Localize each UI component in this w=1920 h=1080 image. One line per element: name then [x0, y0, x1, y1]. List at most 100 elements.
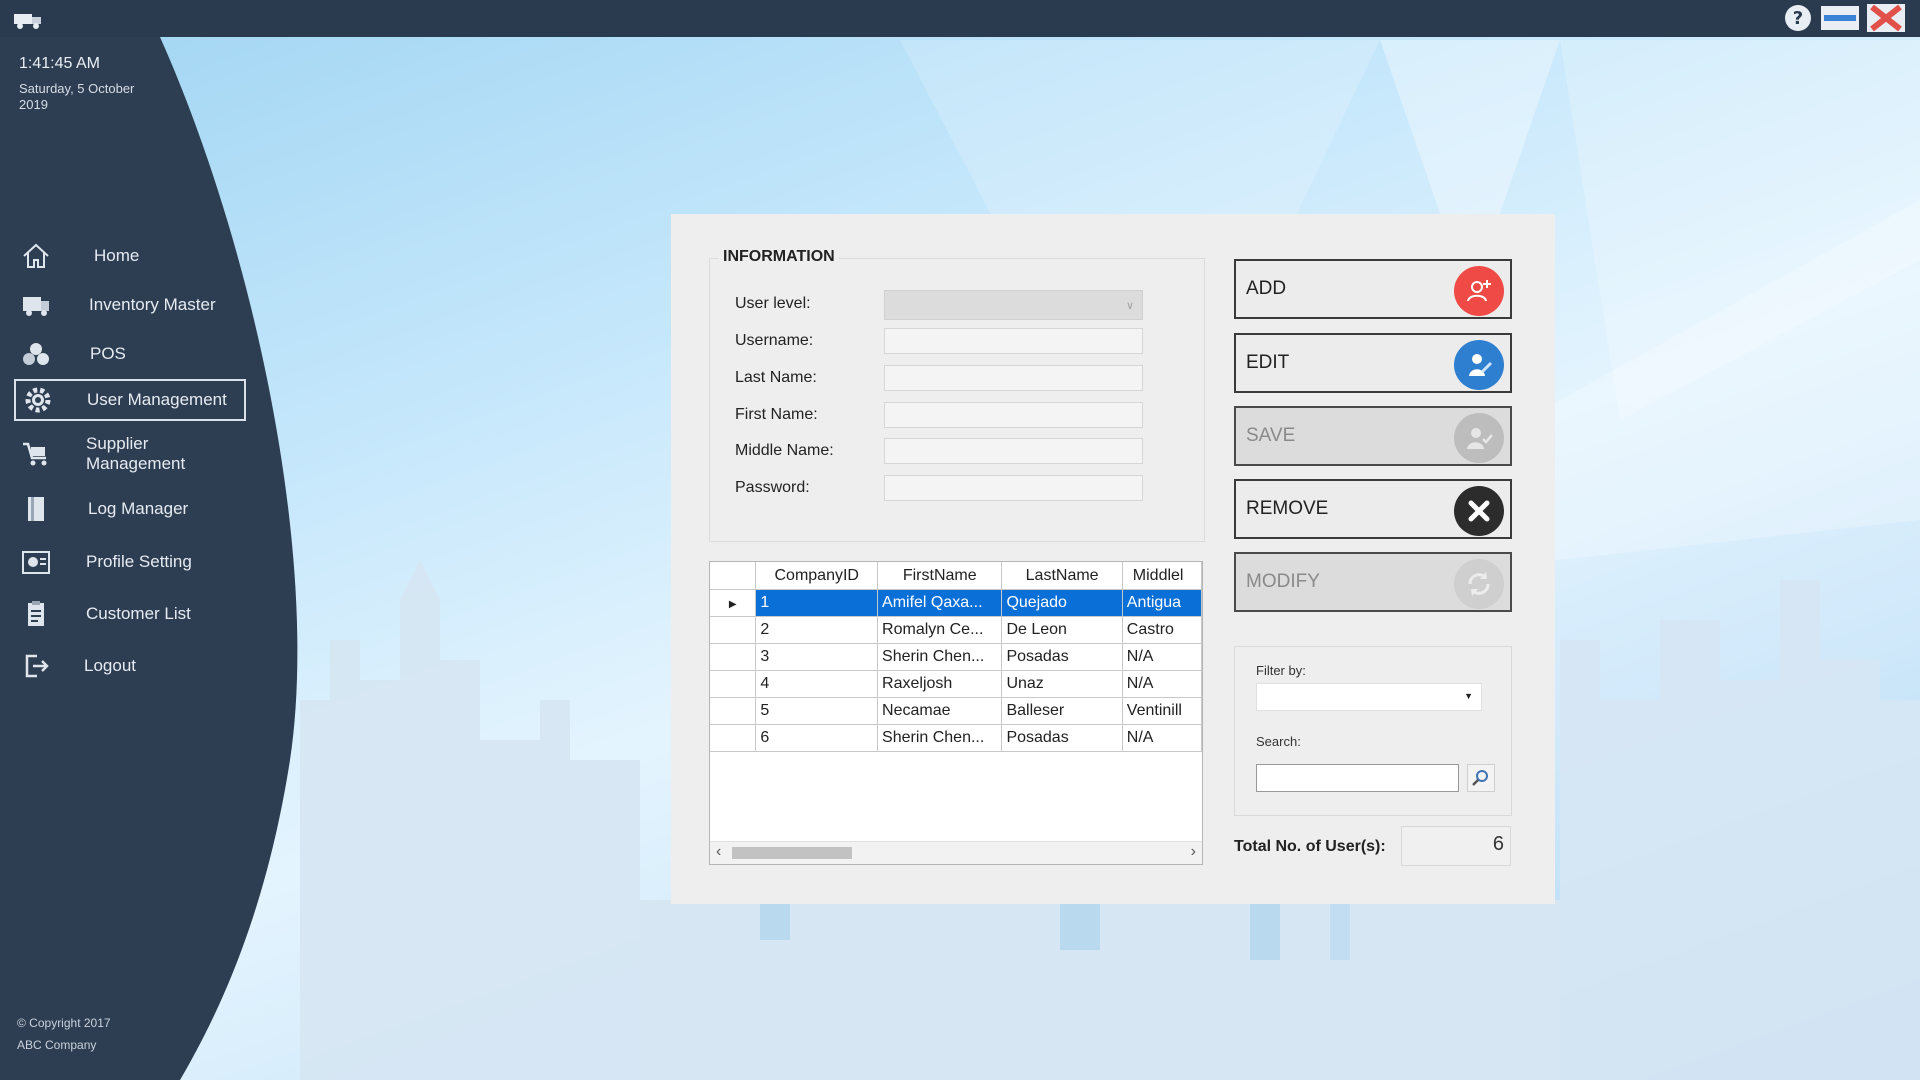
help-button[interactable]: ?: [1782, 1, 1814, 34]
first-name-label: First Name:: [735, 406, 818, 423]
cell-lastname[interactable]: Posadas: [1001, 724, 1123, 752]
cell-middlename[interactable]: Antigua: [1122, 589, 1202, 617]
cell-lastname[interactable]: Balleser: [1001, 697, 1123, 725]
username-field[interactable]: [884, 328, 1143, 354]
sidebar-item-user-management[interactable]: User Management: [14, 379, 246, 421]
cell-firstname[interactable]: Sherin Chen...: [877, 643, 1003, 671]
sidebar-item-label: Log Manager: [88, 499, 189, 518]
minimize-icon: [1821, 5, 1859, 30]
edit-button-label: EDIT: [1246, 352, 1290, 373]
cell-middlename[interactable]: N/A: [1122, 643, 1202, 671]
row-pointer-icon: ▶: [728, 599, 737, 610]
cell-companyid[interactable]: 5: [755, 697, 879, 725]
sidebar-item-customer-list[interactable]: Customer List: [14, 594, 246, 634]
remove-button[interactable]: REMOVE: [1234, 479, 1512, 539]
table-row[interactable]: 2 Romalyn Ce... De Leon Castro: [710, 616, 1202, 644]
truck-icon: [19, 290, 53, 320]
cell-firstname[interactable]: Amifel Qaxa...: [877, 589, 1003, 617]
user-level-label: User level:: [735, 295, 811, 312]
cell-middlename[interactable]: N/A: [1122, 724, 1202, 752]
scrollbar-thumb[interactable]: [732, 847, 852, 859]
scroll-right-icon[interactable]: ›: [1191, 843, 1196, 861]
column-header-firstname[interactable]: FirstName: [877, 562, 1003, 590]
add-button-label: ADD: [1246, 278, 1287, 299]
cell-firstname[interactable]: Necamae: [877, 697, 1003, 725]
sidebar-item-pos[interactable]: POS: [14, 334, 246, 374]
modify-button[interactable]: MODIFY: [1234, 552, 1512, 612]
row-selector[interactable]: [710, 670, 757, 698]
cell-lastname[interactable]: Quejado: [1001, 589, 1123, 617]
close-button[interactable]: [1866, 1, 1906, 34]
table-header-row: CompanyID FirstName LastName Middlel: [710, 562, 1202, 590]
save-button-label: SAVE: [1246, 425, 1296, 446]
row-selector[interactable]: [710, 724, 757, 752]
cell-middlename[interactable]: Ventinill: [1122, 697, 1202, 725]
cell-lastname[interactable]: Unaz: [1001, 670, 1123, 698]
user-level-select[interactable]: ∨: [884, 290, 1143, 320]
cell-firstname[interactable]: Sherin Chen...: [877, 724, 1003, 752]
sidebar-item-label: Logout: [84, 656, 136, 675]
add-user-icon: [1454, 266, 1504, 316]
table-row[interactable]: 5 Necamae Balleser Ventinill: [710, 697, 1202, 725]
column-header-middlename[interactable]: Middlel: [1122, 562, 1202, 590]
add-button[interactable]: ADD: [1234, 259, 1512, 319]
horizontal-scrollbar[interactable]: ‹ ›: [710, 841, 1202, 864]
refresh-icon: [1454, 559, 1504, 609]
book-icon: [19, 494, 53, 524]
cell-companyid[interactable]: 2: [755, 616, 879, 644]
cell-companyid[interactable]: 3: [755, 643, 879, 671]
cell-lastname[interactable]: Posadas: [1001, 643, 1123, 671]
cell-firstname[interactable]: Raxeljosh: [877, 670, 1003, 698]
information-title: INFORMATION: [719, 248, 839, 266]
cell-companyid[interactable]: 6: [755, 724, 879, 752]
modify-button-label: MODIFY: [1246, 571, 1320, 592]
save-button[interactable]: SAVE: [1234, 406, 1512, 466]
cell-companyid[interactable]: 1: [755, 589, 879, 617]
table-row[interactable]: 6 Sherin Chen... Posadas N/A: [710, 724, 1202, 752]
cell-middlename[interactable]: Castro: [1122, 616, 1202, 644]
sidebar-item-log-manager[interactable]: Log Manager: [14, 489, 246, 529]
users-grid[interactable]: CompanyID FirstName LastName Middlel ▶ 1…: [709, 561, 1203, 865]
row-selector[interactable]: [710, 697, 757, 725]
last-name-field[interactable]: [884, 365, 1143, 391]
truck-logo-icon: [14, 14, 41, 29]
table-row[interactable]: ▶ 1 Amifel Qaxa... Quejado Antigua: [710, 589, 1202, 617]
copyright-line: © Copyright 2017: [17, 1016, 111, 1030]
sidebar-item-label: User Management: [87, 390, 227, 409]
filter-by-label: Filter by:: [1256, 663, 1306, 678]
total-users-label: Total No. of User(s):: [1234, 838, 1386, 855]
table-row[interactable]: 4 Raxeljosh Unaz N/A: [710, 670, 1202, 698]
cell-firstname[interactable]: Romalyn Ce...: [877, 616, 1003, 644]
search-input[interactable]: [1256, 764, 1459, 792]
sidebar-item-label: Profile Setting: [86, 552, 192, 571]
middle-name-label: Middle Name:: [735, 442, 834, 459]
gear-icon: [21, 385, 55, 415]
user-management-panel: INFORMATION User level: ∨ Username: Last…: [671, 214, 1555, 904]
edit-button[interactable]: EDIT: [1234, 333, 1512, 393]
clock-date: Saturday, 5 October 2019: [19, 81, 135, 112]
filter-by-select[interactable]: ▼: [1256, 683, 1482, 711]
cart-icon: [19, 439, 53, 469]
table-row[interactable]: 3 Sherin Chen... Posadas N/A: [710, 643, 1202, 671]
sidebar-item-inventory-master[interactable]: Inventory Master: [14, 285, 246, 325]
minimize-button[interactable]: [1820, 1, 1860, 34]
sidebar-item-home[interactable]: Home: [14, 236, 246, 276]
sidebar-item-logout[interactable]: Logout: [14, 646, 246, 686]
sidebar-item-supplier-management[interactable]: Supplier Management: [14, 434, 246, 474]
scroll-left-icon[interactable]: ‹: [716, 843, 721, 861]
row-selector[interactable]: ▶: [710, 589, 757, 617]
middle-name-field[interactable]: [884, 438, 1143, 464]
password-field[interactable]: [884, 475, 1143, 501]
sidebar-item-profile-setting[interactable]: Profile Setting: [14, 542, 246, 582]
row-selector[interactable]: [710, 616, 757, 644]
cell-middlename[interactable]: N/A: [1122, 670, 1202, 698]
row-selector[interactable]: [710, 643, 757, 671]
cell-companyid[interactable]: 4: [755, 670, 879, 698]
column-header-companyid[interactable]: CompanyID: [755, 562, 879, 590]
title-bar: ?: [0, 0, 1920, 37]
cell-lastname[interactable]: De Leon: [1001, 616, 1123, 644]
first-name-field[interactable]: [884, 402, 1143, 428]
edit-user-icon: [1454, 340, 1504, 390]
column-header-lastname[interactable]: LastName: [1001, 562, 1123, 590]
search-button[interactable]: [1467, 764, 1495, 792]
